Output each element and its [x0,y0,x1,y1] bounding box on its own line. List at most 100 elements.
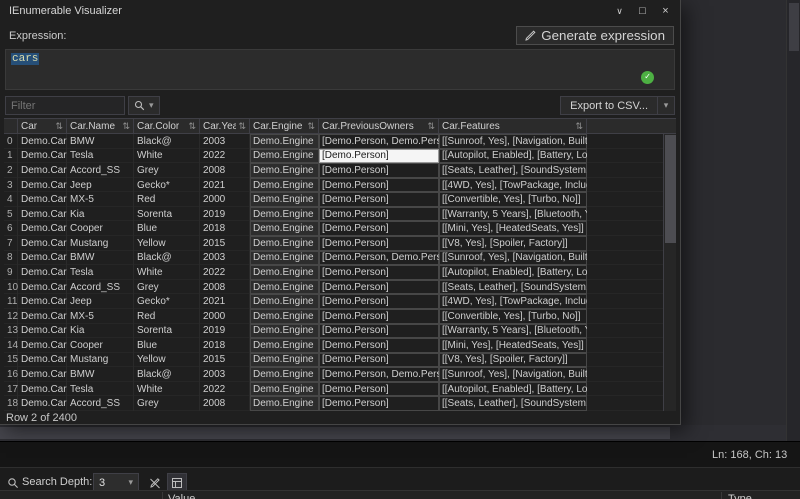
cell-color[interactable]: Black@ [134,134,200,149]
cell-owners[interactable]: [Demo.Person] [319,163,439,178]
cell-car[interactable]: Demo.Car [18,163,67,178]
cell-engine[interactable]: Demo.Engine [250,294,319,309]
cell-features[interactable]: [[4WD, Yes], [TowPackage, Include... [439,294,587,309]
cell-color[interactable]: Red [134,309,200,324]
column-header-car[interactable]: Car ⇅ [18,119,67,133]
cell-year[interactable]: 2008 [200,396,250,411]
cell-name[interactable]: Kia [67,324,134,339]
table-row[interactable]: 12 Demo.Car MX-5 Red 2000 Demo.Engine [Demo.Pe… [4,308,676,324]
cell-engine[interactable]: Demo.Engine [250,134,319,149]
cell-engine[interactable]: Demo.Engine [250,279,319,295]
cell-year[interactable]: 2015 [200,353,250,368]
cell-color[interactable]: Blue [134,221,200,236]
cell-engine[interactable]: Demo.Engine [250,308,319,324]
table-row[interactable]: 3 Demo.Car Jeep Gecko* 2021 Demo.Engine [Demo.… [4,177,676,193]
cell-name[interactable]: Jeep [67,178,134,193]
cell-car[interactable]: Demo.Car [18,353,67,368]
cell-color[interactable]: Gecko* [134,294,200,309]
watch-value-header[interactable]: Value [168,493,195,499]
table-row[interactable]: 7 Demo.Car Mustang Yellow 2015 Demo.Engine [De… [4,236,676,251]
table-row[interactable]: 6 Demo.Car Cooper Blue 2018 Demo.Engine [Demo.… [4,221,676,237]
cell-owners[interactable]: [Demo.Person] [319,148,439,164]
cell-car[interactable]: Demo.Car [18,192,67,207]
cell-features[interactable]: [[Sunroof, Yes], [Navigation, Built-i... [439,134,587,149]
cell-year[interactable]: 2018 [200,338,250,353]
cell-year[interactable]: 2021 [200,178,250,193]
cell-color[interactable]: Gecko* [134,178,200,193]
table-row[interactable]: 4 Demo.Car MX-5 Red 2000 Demo.Engine [Demo.Per… [4,192,676,207]
cell-car[interactable]: Demo.Car [18,178,67,193]
cell-features[interactable]: [[Seats, Leather], [SoundSystem, Pr... [439,163,587,178]
cell-year[interactable]: 2003 [200,367,250,382]
cell-owners[interactable]: [Demo.Person, Demo.Person] [319,251,439,266]
cell-year[interactable]: 2019 [200,207,250,222]
watch-type-header[interactable]: Type [728,493,752,499]
column-header-car-engine[interactable]: Car.Engine ⇅ [250,119,319,133]
collapse-button[interactable]: ∨ [608,2,631,20]
editor-scrollbar-thumb[interactable] [789,3,799,51]
horizontal-scrollbar-thumb[interactable] [0,427,670,439]
table-row[interactable]: 13 Demo.Car Kia Sorenta 2019 Demo.Engine [Demo… [4,323,676,339]
cell-color[interactable]: Blue [134,338,200,353]
column-header-car-color[interactable]: Car.Color ⇅ [134,119,200,133]
cell-owners[interactable]: [Demo.Person] [319,221,439,236]
cell-car[interactable]: Demo.Car [18,236,67,251]
column-header-car-year[interactable]: Car.Year⇅ [200,119,250,133]
table-row[interactable]: 10 Demo.Car Accord_SS Grey 2008 Demo.Engine [D… [4,279,676,295]
cell-engine[interactable]: Demo.Engine [250,338,319,353]
cell-engine[interactable]: Demo.Engine [250,206,319,222]
table-row[interactable]: 1 Demo.Car Tesla White 2022 Demo.Engine [Demo.… [4,148,676,164]
cell-year[interactable]: 2015 [200,236,250,251]
cell-car[interactable]: Demo.Car [18,396,67,411]
cell-color[interactable]: White [134,265,200,280]
cell-color[interactable]: White [134,149,200,164]
cell-year[interactable]: 2021 [200,294,250,309]
cell-name[interactable]: Accord_SS [67,396,134,411]
cell-owners[interactable]: [Demo.Person] [319,207,439,222]
filter-search-button[interactable]: ▾ [128,96,160,115]
cell-year[interactable]: 2003 [200,251,250,266]
cell-features[interactable]: [[Sunroof, Yes], [Navigation, Built-i... [439,367,587,382]
cell-car[interactable]: Demo.Car [18,324,67,339]
cell-car[interactable]: Demo.Car [18,134,67,149]
cell-features[interactable]: [[Convertible, Yes], [Turbo, No]] [439,309,587,324]
cell-owners[interactable]: [Demo.Person] [319,324,439,339]
cell-engine[interactable]: Demo.Engine [250,352,319,368]
cell-color[interactable]: Sorenta [134,324,200,339]
cell-year[interactable]: 2003 [200,134,250,149]
cell-engine[interactable]: Demo.Engine [250,148,319,164]
cell-car[interactable]: Demo.Car [18,367,67,382]
cell-owners[interactable]: [Demo.Person] [319,280,439,295]
cell-year[interactable]: 2022 [200,265,250,280]
table-row[interactable]: 14 Demo.Car Cooper Blue 2018 Demo.Engine [Demo… [4,338,676,353]
cell-owners[interactable]: [Demo.Person] [319,236,439,251]
cell-name[interactable]: BMW [67,251,134,266]
cell-engine[interactable]: Demo.Engine [250,367,319,382]
maximize-button[interactable]: □ [631,2,654,20]
cell-features[interactable]: [[Autopilot, Enabled], [Battery, Lo... [439,382,587,397]
column-header-car-previousowners[interactable]: Car.PreviousOwners ⇅ [319,119,439,133]
cell-features[interactable]: [[Seats, Leather], [SoundSystem, Pr... [439,396,587,411]
cell-car[interactable]: Demo.Car [18,221,67,236]
cell-owners[interactable]: [Demo.Person] [319,382,439,397]
cell-color[interactable]: Grey [134,163,200,178]
cell-owners[interactable]: [Demo.Person] [319,192,439,207]
cell-name[interactable]: Tesla [67,265,134,280]
table-row[interactable]: 0 Demo.Car BMW Black@ 2003 Demo.Engine [Demo.P… [4,134,676,149]
cell-engine[interactable]: Demo.Engine [250,381,319,397]
cell-features[interactable]: [[Sunroof, Yes], [Navigation, Built-i... [439,251,587,266]
cell-engine[interactable]: Demo.Engine [250,396,319,411]
column-header-car-features[interactable]: Car.Features ⇅ [439,119,587,133]
table-row[interactable]: 2 Demo.Car Accord_SS Grey 2008 Demo.Engine [De… [4,163,676,178]
cell-features[interactable]: [[Mini, Yes], [HeatedSeats, Yes]] [439,221,587,236]
cell-year[interactable]: 2000 [200,309,250,324]
cell-engine[interactable]: Demo.Engine [250,192,319,207]
cell-name[interactable]: Mustang [67,236,134,251]
cell-name[interactable]: Tesla [67,382,134,397]
cell-engine[interactable]: Demo.Engine [250,221,319,237]
cell-car[interactable]: Demo.Car [18,294,67,309]
cell-car[interactable]: Demo.Car [18,338,67,353]
cell-color[interactable]: Black@ [134,251,200,266]
grid-scrollbar[interactable] [663,134,676,411]
cell-features[interactable]: [[Autopilot, Enabled], [Battery, Lo... [439,265,587,280]
